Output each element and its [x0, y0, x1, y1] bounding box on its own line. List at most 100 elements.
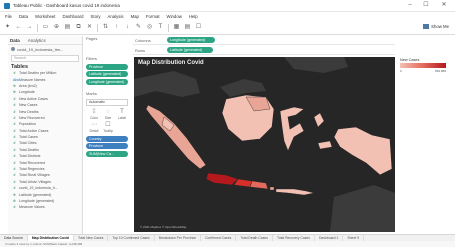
rows-pill[interactable]: Latitude (generated) [167, 47, 213, 53]
field-type-icon: ⊕ [13, 199, 17, 203]
show-cards-icon[interactable]: ☐ [195, 24, 202, 31]
map-attribution[interactable]: © 2021 Mapbox © OpenStreetMap [140, 225, 186, 229]
undo-icon[interactable]: ← [15, 24, 22, 31]
indonesia-map[interactable] [134, 57, 395, 232]
marks-pill[interactable]: SUM(New Ca... [86, 150, 128, 157]
group-icon[interactable]: ◎ [146, 24, 153, 31]
marks-color-button[interactable]: ⁞⁞ Color [88, 109, 100, 120]
field-list: # Total Deaths per Million Abc Measure Name… [8, 70, 82, 211]
highlight-icon[interactable]: ✎ [135, 24, 142, 31]
legend-max: 864,866 [435, 69, 446, 73]
marks-detail-button[interactable]: ⋯ Detail [88, 122, 100, 133]
menu-story[interactable]: Story [91, 14, 101, 19]
tab-analytics[interactable]: Analytics [28, 38, 46, 43]
new-datasource-icon[interactable]: ⊕ [53, 24, 60, 31]
filter-pill[interactable]: Longitude (generated) [86, 78, 128, 85]
show-me-button[interactable]: Show Me [423, 24, 449, 29]
menu-data[interactable]: Data [19, 14, 28, 19]
data-pane-tabs: Data Analytics [8, 36, 82, 45]
field-type-icon: ⊕ [13, 192, 17, 197]
field-type-icon: Abc [13, 77, 20, 82]
color-icon: ⁞⁞ [92, 108, 96, 115]
data-pane: Data Analytics covid_19_indonesia_tim...… [8, 36, 83, 234]
marks-tooltip-button[interactable]: ☐ Tooltip [102, 122, 114, 133]
duplicate-icon[interactable]: ⧉ [75, 24, 82, 31]
menu-worksheet[interactable]: Worksheet [35, 14, 55, 19]
columns-shelf-label: Columns [135, 37, 151, 43]
menu-help[interactable]: Help [189, 14, 198, 19]
field-type-icon: # [13, 167, 16, 172]
menu-dashboard[interactable]: Dashboard [62, 14, 83, 19]
field-name: Measure Names [19, 77, 46, 82]
filters-card-title: Filters [86, 56, 97, 61]
field-name: Population [19, 122, 36, 127]
close-button[interactable]: ✕ [437, 2, 451, 9]
menu-map[interactable]: Map [131, 14, 139, 19]
menu-bar: File Data Worksheet Dashboard Story Analysis M… [0, 12, 455, 21]
toolbar-separator [97, 23, 98, 32]
field-name: Total Deaths per Million [19, 71, 57, 76]
field-type-icon: # [13, 147, 16, 152]
field-type-icon: # [13, 179, 16, 184]
sort-desc-icon[interactable]: ↓ [124, 24, 131, 31]
color-legend[interactable]: New Cases 0 864,866 [400, 57, 448, 81]
clear-icon[interactable]: ✕ [86, 24, 93, 31]
data-source-item[interactable]: covid_19_indonesia_tim... [8, 45, 82, 53]
swap-icon[interactable]: ⇅ [102, 24, 109, 31]
field-name: Total Active Cases [19, 128, 49, 133]
fix-axes-icon[interactable]: ▤ [184, 24, 191, 31]
field-search-input[interactable]: Search [11, 55, 79, 62]
save-icon[interactable]: ▭ [42, 24, 49, 31]
field-name: Longitude [19, 90, 35, 95]
field-type-icon: # [13, 109, 16, 114]
fit-icon[interactable]: ▦ [173, 24, 180, 31]
field-type-icon: # [13, 115, 16, 120]
field-type-icon: # [13, 205, 16, 210]
tableau-logo-icon[interactable]: ✦ [4, 24, 11, 31]
menu-analysis[interactable]: Analysis [108, 14, 124, 19]
marks-size-button[interactable]: ◌ Size [102, 109, 114, 120]
maximize-button[interactable]: ☐ [419, 2, 433, 9]
marks-button-label: Tooltip [103, 128, 113, 133]
field-type-icon: ⊕ [13, 83, 17, 88]
marks-pill[interactable]: Country [86, 135, 128, 142]
marks-button-label: Size [104, 115, 112, 120]
menu-format[interactable]: Format [146, 14, 160, 19]
minimize-button[interactable]: – [403, 2, 417, 9]
menu-window[interactable]: Window [167, 14, 182, 19]
marks-label-button[interactable]: T Label [116, 109, 128, 120]
field-name: New Deaths [19, 109, 39, 114]
marks-type-select[interactable]: Automatic [86, 98, 128, 106]
filters-shelf[interactable]: Province Latitude (generated) Longitude (g… [84, 63, 130, 85]
rows-shelf-label: Rows [135, 47, 146, 53]
size-icon: ◌ [106, 108, 110, 115]
field-name: Total Districts [19, 154, 41, 159]
field-name: Total Urban Villages [19, 179, 51, 184]
columns-shelf[interactable]: Columns Longitude (generated) [133, 36, 395, 45]
legend-gradient [400, 63, 446, 68]
database-icon [11, 47, 15, 51]
marks-pill[interactable]: Province [86, 143, 128, 149]
field-type-icon: # [13, 96, 16, 101]
tab-data[interactable]: Data [10, 38, 20, 43]
filter-pill[interactable]: Latitude (generated) [86, 71, 128, 77]
columns-pill[interactable]: Longitude (generated) [167, 37, 215, 43]
marks-button-label: Detail [89, 128, 99, 133]
label-icon[interactable]: T [157, 24, 164, 31]
field-type-icon: # [13, 122, 16, 127]
filter-pill[interactable]: Province [86, 63, 128, 70]
rows-shelf[interactable]: Rows Latitude (generated) [133, 46, 395, 55]
map-view[interactable]: Map Distribution Covid © 2021 Mapbox © O… [134, 57, 395, 232]
pages-shelf[interactable] [84, 42, 130, 56]
menu-file[interactable]: File [5, 14, 12, 19]
field-type-icon: # [13, 186, 16, 191]
marks-button-label: Color [89, 115, 99, 120]
field-item[interactable]: # Measure Values [8, 204, 82, 210]
redo-icon[interactable]: → [26, 24, 33, 31]
field-type-icon: # [13, 103, 16, 108]
sort-asc-icon[interactable]: ↑ [113, 24, 120, 31]
new-sheet-icon[interactable]: ▤ [64, 24, 71, 31]
window-title: Tableau Public - Dashboard kasus covid 1… [13, 3, 120, 8]
field-type-icon: # [13, 141, 16, 146]
province-bali[interactable] [269, 186, 275, 191]
